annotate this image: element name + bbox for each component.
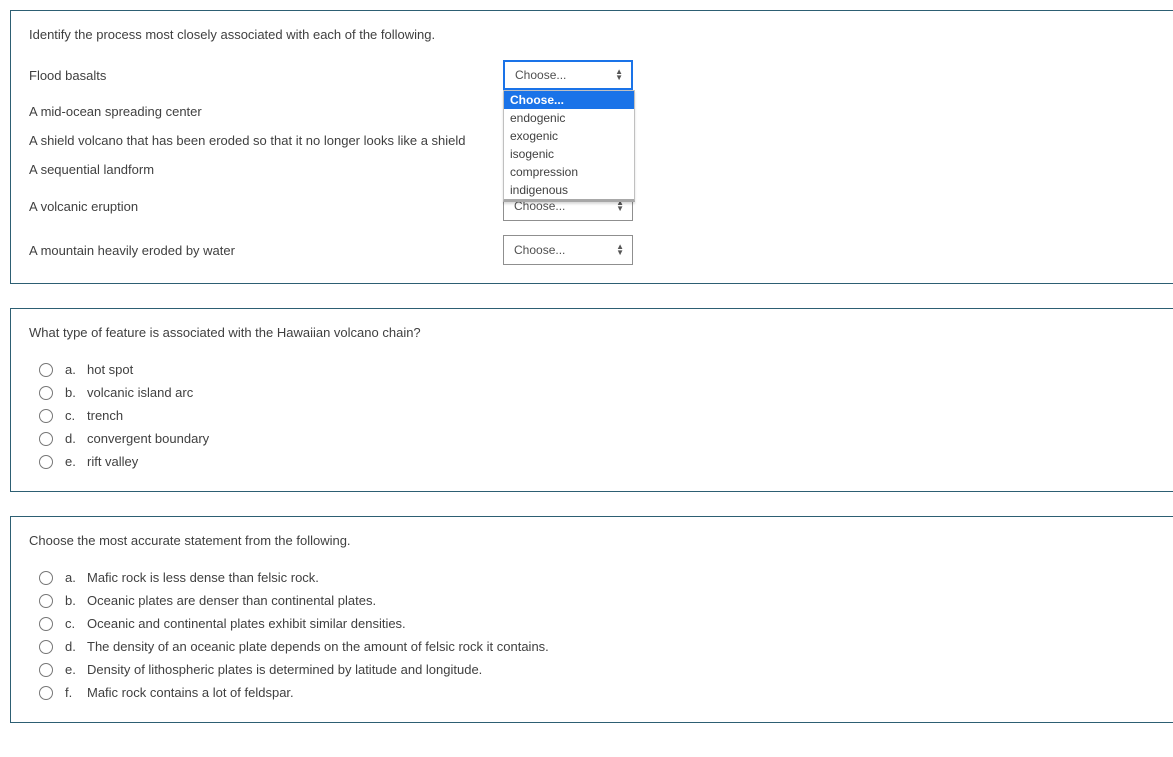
choice-text: rift valley	[87, 454, 138, 469]
question-2: What type of feature is associated with …	[10, 308, 1173, 492]
dropdown-panel: Choose... endogenic exogenic isogenic co…	[503, 90, 635, 202]
chevron-updown-icon: ▲▼	[616, 244, 624, 257]
select-flood-basalts[interactable]: Choose... ▲▼	[503, 60, 633, 90]
radio-icon[interactable]	[39, 663, 53, 677]
choice-row[interactable]: c. Oceanic and continental plates exhibi…	[39, 612, 1155, 635]
choice-letter: d.	[65, 639, 87, 654]
choice-letter: e.	[65, 662, 87, 677]
choice-text: Mafic rock contains a lot of feldspar.	[87, 685, 294, 700]
choice-text: The density of an oceanic plate depends …	[87, 639, 549, 654]
radio-icon[interactable]	[39, 363, 53, 377]
choice-row[interactable]: a. hot spot	[39, 358, 1155, 381]
choice-letter: f.	[65, 685, 87, 700]
choice-letter: b.	[65, 385, 87, 400]
dropdown-option[interactable]: indigenous	[504, 181, 634, 199]
select-value: Choose...	[515, 68, 566, 82]
choice-letter: c.	[65, 408, 87, 423]
choice-row[interactable]: b. volcanic island arc	[39, 381, 1155, 404]
radio-icon[interactable]	[39, 571, 53, 585]
match-label: A volcanic eruption	[29, 199, 503, 214]
match-label: Flood basalts	[29, 68, 503, 83]
choice-text: Density of lithospheric plates is determ…	[87, 662, 482, 677]
dropdown-option[interactable]: compression	[504, 163, 634, 181]
choice-letter: a.	[65, 570, 87, 585]
choice-row[interactable]: d. The density of an oceanic plate depen…	[39, 635, 1155, 658]
choice-row[interactable]: c. trench	[39, 404, 1155, 427]
match-label: A mid-ocean spreading center	[29, 104, 503, 119]
dropdown-option[interactable]: Choose...	[504, 91, 634, 109]
match-row: Flood basalts Choose... ▲▼ Choose... end…	[29, 60, 1155, 90]
choice-row[interactable]: d. convergent boundary	[39, 427, 1155, 450]
question-1: Identify the process most closely associ…	[10, 10, 1173, 284]
choice-row[interactable]: e. Density of lithospheric plates is det…	[39, 658, 1155, 681]
choice-text: Oceanic plates are denser than continent…	[87, 593, 376, 608]
choice-text: hot spot	[87, 362, 133, 377]
choice-letter: b.	[65, 593, 87, 608]
dropdown-option[interactable]: isogenic	[504, 145, 634, 163]
choice-text: convergent boundary	[87, 431, 209, 446]
radio-icon[interactable]	[39, 386, 53, 400]
dropdown-option[interactable]: endogenic	[504, 109, 634, 127]
choice-row[interactable]: f. Mafic rock contains a lot of feldspar…	[39, 681, 1155, 704]
choice-letter: a.	[65, 362, 87, 377]
dropdown-option[interactable]: exogenic	[504, 127, 634, 145]
radio-icon[interactable]	[39, 594, 53, 608]
choice-letter: d.	[65, 431, 87, 446]
q3-prompt: Choose the most accurate statement from …	[29, 533, 1155, 548]
choice-text: trench	[87, 408, 123, 423]
select-mountain-eroded[interactable]: Choose... ▲▼	[503, 235, 633, 265]
choice-row[interactable]: a. Mafic rock is less dense than felsic …	[39, 566, 1155, 589]
choice-row[interactable]: e. rift valley	[39, 450, 1155, 473]
radio-icon[interactable]	[39, 686, 53, 700]
choice-row[interactable]: b. Oceanic plates are denser than contin…	[39, 589, 1155, 612]
choice-letter: e.	[65, 454, 87, 469]
radio-icon[interactable]	[39, 640, 53, 654]
q2-prompt: What type of feature is associated with …	[29, 325, 1155, 340]
choice-text: Oceanic and continental plates exhibit s…	[87, 616, 406, 631]
match-label: A shield volcano that has been eroded so…	[29, 133, 503, 148]
match-label: A mountain heavily eroded by water	[29, 243, 503, 258]
choice-letter: c.	[65, 616, 87, 631]
radio-icon[interactable]	[39, 617, 53, 631]
match-row: A mountain heavily eroded by water Choos…	[29, 235, 1155, 265]
select-value: Choose...	[514, 243, 565, 257]
radio-icon[interactable]	[39, 432, 53, 446]
choice-text: Mafic rock is less dense than felsic roc…	[87, 570, 319, 585]
radio-icon[interactable]	[39, 409, 53, 423]
choice-text: volcanic island arc	[87, 385, 193, 400]
question-3: Choose the most accurate statement from …	[10, 516, 1173, 723]
q1-prompt: Identify the process most closely associ…	[29, 27, 1155, 42]
chevron-updown-icon: ▲▼	[615, 69, 623, 82]
radio-icon[interactable]	[39, 455, 53, 469]
match-label: A sequential landform	[29, 162, 503, 177]
